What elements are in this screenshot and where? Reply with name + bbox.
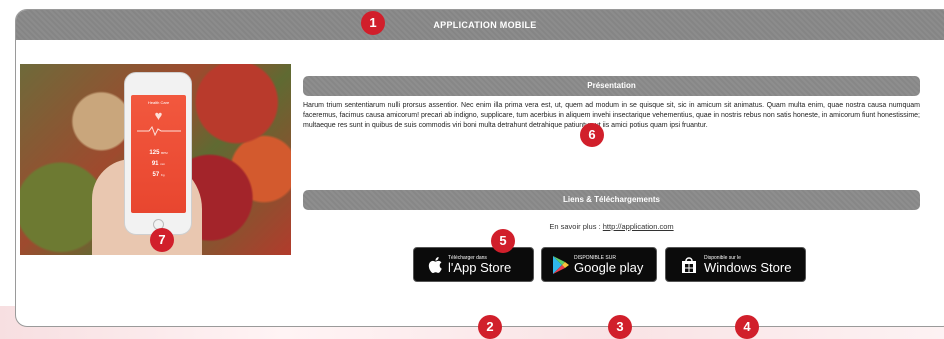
phone-screen-title: Health Care <box>147 100 170 105</box>
metric-1: 125 BPM <box>149 150 168 156</box>
marker-6: 6 <box>580 123 604 147</box>
more-info: En savoir plus : http://application.com <box>303 222 920 231</box>
pulse-icon <box>136 125 181 137</box>
section-presentation: Présentation <box>303 76 920 96</box>
windows-icon <box>674 255 704 275</box>
phone-mockup: Health Care ♥ 125 BPM 91 mm 57 Kg <box>124 72 192 235</box>
marker-5: 5 <box>491 229 515 253</box>
heart-icon: ♥ <box>154 108 163 123</box>
marker-2: 2 <box>478 315 502 339</box>
more-link[interactable]: http://application.com <box>603 222 674 231</box>
app-store-text: Télécharger dans l'App Store <box>448 254 512 275</box>
marker-3: 3 <box>608 315 632 339</box>
phone-screen: Health Care ♥ 125 BPM 91 mm 57 Kg <box>131 95 186 213</box>
metric-3: 57 Kg <box>152 172 165 178</box>
windows-store-button[interactable]: Disponible sur le Windows Store <box>665 247 806 282</box>
more-label: En savoir plus : <box>549 222 601 231</box>
marker-7: 7 <box>150 228 174 252</box>
windows-store-text: Disponible sur le Windows Store <box>704 254 792 275</box>
google-play-icon <box>548 255 574 275</box>
title-bar: APPLICATION MOBILE <box>16 10 944 40</box>
presentation-text: Harum trium sententiarum nulli prorsus a… <box>303 102 920 129</box>
marker-1: 1 <box>361 11 385 35</box>
marker-4: 4 <box>735 315 759 339</box>
google-play-text: DISPONIBLE SUR Google play <box>574 254 644 275</box>
apple-icon <box>422 256 448 274</box>
page-title: APPLICATION MOBILE <box>433 20 537 30</box>
metric-2: 91 mm <box>151 161 166 167</box>
google-play-button[interactable]: DISPONIBLE SUR Google play <box>541 247 657 282</box>
app-photo: Health Care ♥ 125 BPM 91 mm 57 Kg <box>20 64 291 255</box>
section-links: Liens & Téléchargements <box>303 190 920 210</box>
app-store-button[interactable]: Télécharger dans l'App Store <box>413 247 534 282</box>
